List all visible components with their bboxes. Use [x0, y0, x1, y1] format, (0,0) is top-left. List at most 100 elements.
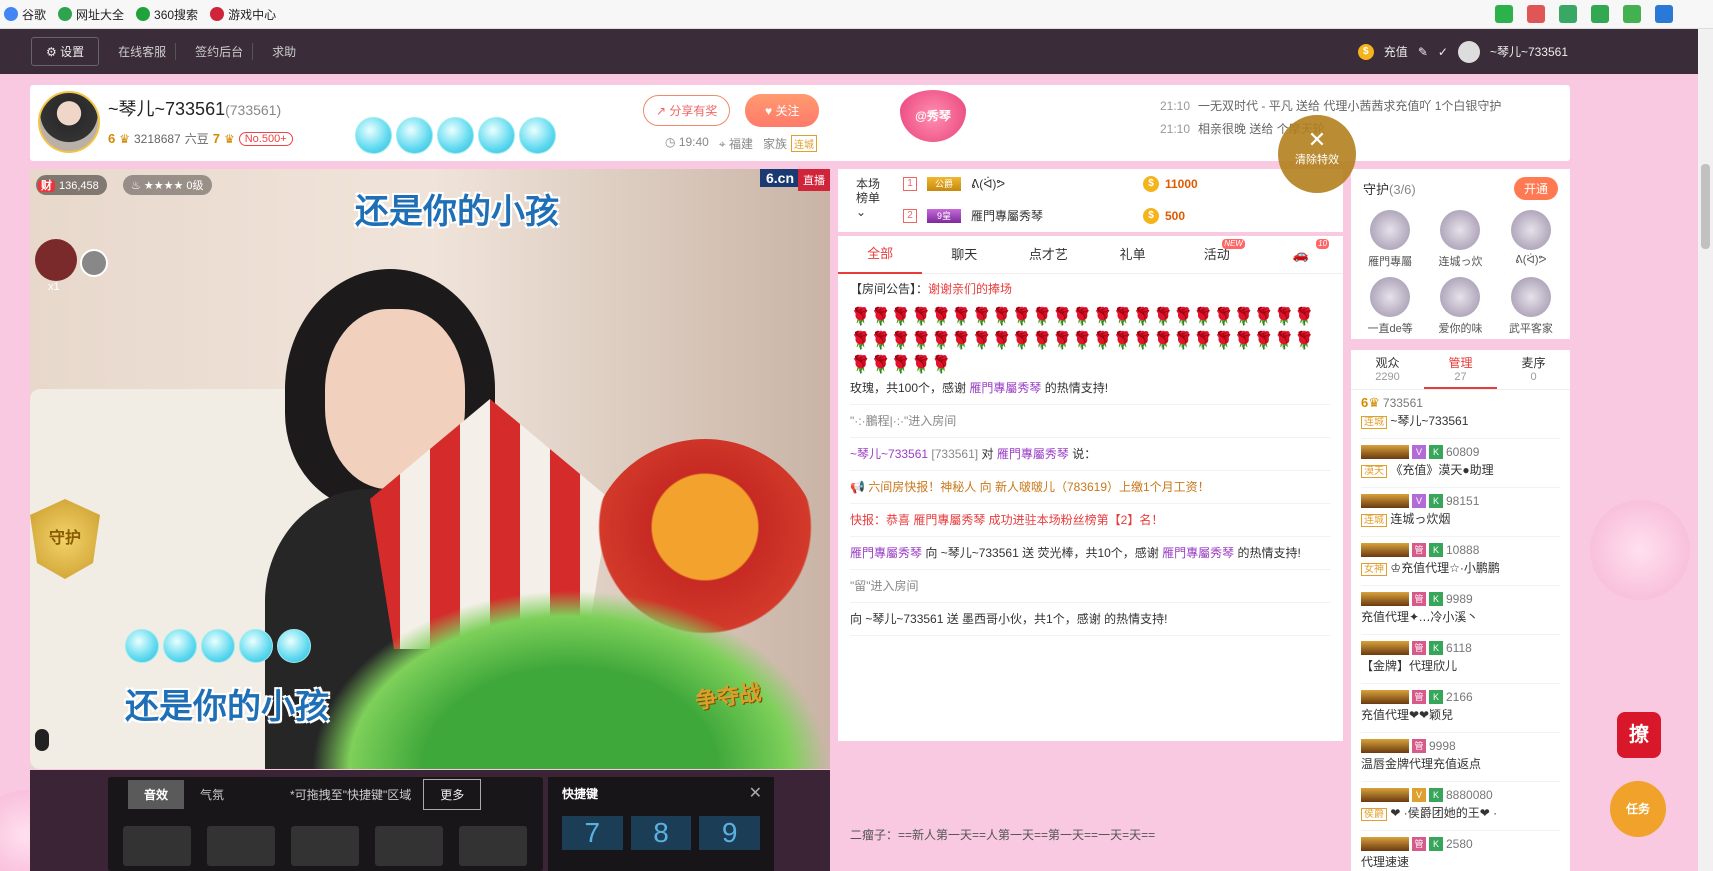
guard-member[interactable]: 爱你的味: [1425, 277, 1495, 336]
guard-member[interactable]: 雁門專屬: [1355, 210, 1425, 269]
nav-online-service[interactable]: 在线客服: [109, 43, 177, 60]
bookmark-bar: 谷歌 网址大全 360搜索 游戏中心: [0, 0, 1713, 29]
audience-row[interactable]: V K 98151 连城 连城っ炊烟: [1361, 488, 1560, 537]
tab-audience[interactable]: 观众 2290: [1351, 350, 1424, 389]
nav-sign-backend[interactable]: 签约后台: [186, 43, 254, 60]
avatar: [1510, 277, 1551, 317]
360-search-icon: [136, 7, 151, 21]
sound-slot[interactable]: [375, 826, 443, 866]
drag-hint: *可拖拽至"快捷键"区域: [290, 788, 412, 802]
audience-row[interactable]: 管 K 2166 充值代理❤❤颖兒: [1361, 684, 1560, 733]
sound-slot[interactable]: [291, 826, 359, 866]
bookmark-google[interactable]: 谷歌: [4, 6, 46, 23]
xiuqin-badge[interactable]: @秀琴: [900, 90, 966, 142]
shortcut-key[interactable]: 7: [562, 816, 623, 850]
chevron-down-icon: ⌄: [856, 205, 867, 219]
sound-slot[interactable]: [123, 826, 191, 866]
chat-panel: 全部 聊天 点才艺 礼单 活动 NEW 🚗 10 【房间公告】：谢谢亲们的捧场 🌹🌹…: [838, 236, 1343, 842]
anchor-rank[interactable]: No.500+: [238, 131, 293, 146]
wechat-icon[interactable]: [1495, 5, 1513, 23]
anchor-meta: 6 ♛ 3218687 六豆 7 ♛ No.500+: [108, 130, 293, 147]
add-icon[interactable]: [1559, 5, 1577, 23]
guard-title: 守护(3/6): [1363, 182, 1416, 197]
tab-request-talent[interactable]: 点才艺: [1006, 237, 1090, 273]
page-scrollbar[interactable]: [1698, 29, 1713, 871]
guard-member[interactable]: 连城っ炊: [1425, 210, 1495, 269]
guard-member[interactable]: 一直de等: [1355, 277, 1425, 336]
round-avatar[interactable]: [80, 249, 108, 277]
audience-row[interactable]: 管 K 9989 充值代理✦.‥冷小溪丶: [1361, 586, 1560, 635]
ticker-item: 21:10 相亲很晚 送给 个摩天轮: [1160, 122, 1325, 136]
guard-member[interactable]: 武平客家: [1496, 277, 1566, 336]
microphone-icon[interactable]: [35, 729, 49, 751]
audience-row[interactable]: 管 K 2580 代理速速: [1361, 831, 1560, 871]
scissors-icon[interactable]: [1527, 5, 1545, 23]
task-button[interactable]: 任务: [1610, 781, 1666, 837]
scrollbar-thumb[interactable]: [1701, 164, 1710, 249]
avatar: [1440, 210, 1481, 250]
bubble-icon: [396, 117, 433, 154]
tab-chat[interactable]: 聊天: [922, 237, 1006, 273]
crown-icon: ♛: [119, 131, 130, 146]
shortcut-key[interactable]: 9: [699, 816, 761, 850]
open-guard-button[interactable]: 开通: [1513, 177, 1558, 200]
chat-message: 雁門專屬秀琴 向 ~琴儿~733561 送 荧光棒，共10个，感谢 雁門專屬秀琴…: [850, 537, 1331, 570]
rank-row[interactable]: 2 9皇 雁門專屬秀琴 $500: [903, 207, 1323, 224]
bookmark-360-search[interactable]: 360搜索: [136, 6, 198, 23]
anchor-exp: 3218687: [134, 131, 181, 146]
tab-mic-queue[interactable]: 麦序 0: [1497, 350, 1570, 389]
tab-all[interactable]: 全部: [838, 236, 923, 274]
flirt-button[interactable]: 撩: [1617, 712, 1661, 758]
six-bean-label: 六豆: [184, 132, 209, 146]
chat-bottom-message: 二瘤子：==新人第一天==人第一天==第一天==一天=天==: [850, 828, 1156, 842]
tab-gift-list[interactable]: 礼单: [1091, 237, 1175, 273]
bubble-icon: [519, 117, 556, 154]
bookmark-site-directory[interactable]: 网址大全: [58, 6, 124, 23]
audience-row[interactable]: 管 K 10888 女神 ♔充值代理☆·小鹏鹏: [1361, 537, 1560, 586]
tab-atmosphere[interactable]: 气氛: [184, 780, 240, 809]
brand-logo: 6.cn: [759, 169, 800, 187]
audience-row[interactable]: 管 K 6118 【金牌】代理欣儿: [1361, 635, 1560, 684]
family-tag[interactable]: 连城: [790, 135, 817, 152]
tab-activity[interactable]: 活动 NEW: [1175, 237, 1259, 273]
settings-button[interactable]: ⚙ 设置: [31, 37, 100, 66]
edit-icon[interactable]: ✎: [1418, 45, 1428, 59]
audience-row[interactable]: V K 60809 漠天 《充值》漠天●助理: [1361, 439, 1560, 488]
sound-slot[interactable]: [207, 826, 275, 866]
clear-effects-button[interactable]: ✕ 清除特效: [1278, 115, 1356, 193]
audience-row[interactable]: 管 9998 温唇金牌代理充值返点: [1361, 733, 1560, 782]
shield-icon[interactable]: [1591, 5, 1609, 23]
combo-avatar[interactable]: [35, 239, 77, 281]
car-icon: 🚗: [1292, 246, 1310, 262]
tab-admin[interactable]: 管理 27: [1424, 350, 1497, 389]
follow-button[interactable]: ♥ 关注: [745, 94, 820, 127]
rank-row[interactable]: 1 公爵 ᕕ(ᐛ)ᕗ $11000: [903, 176, 1323, 192]
heart-decoration: [1590, 500, 1690, 600]
car-tab[interactable]: 🚗 10: [1259, 237, 1343, 273]
rank-board-label[interactable]: 本场榜单 ⌄: [856, 177, 882, 219]
close-icon[interactable]: ✕: [749, 783, 762, 803]
audience-row[interactable]: 6♛ 733561 连城 ~琴儿~733561: [1361, 390, 1560, 439]
more-button[interactable]: 更多: [423, 779, 482, 810]
video-player[interactable]: 还是你的小孩 还是你的小孩 6.cn 直播 财 136,458 ♨ ★★★★ 0级…: [30, 169, 830, 769]
gamepad-icon[interactable]: [1623, 5, 1641, 23]
avatar: [1370, 210, 1411, 250]
nav-username[interactable]: ~琴儿~733561: [1490, 43, 1568, 60]
shortcut-key[interactable]: 8: [630, 816, 692, 850]
recharge-link[interactable]: 充值: [1384, 43, 1408, 60]
tab-sound-effects[interactable]: 音效: [128, 780, 185, 809]
bubble-icon: [437, 117, 474, 154]
share-button[interactable]: ↗ 分享有奖: [643, 95, 731, 126]
anchor-name: ~琴儿~733561(733561): [108, 99, 282, 119]
bookmark-game-center[interactable]: 游戏中心: [210, 6, 276, 23]
user-avatar[interactable]: [1457, 40, 1480, 63]
check-icon[interactable]: ✓: [1438, 45, 1448, 59]
anchor-avatar[interactable]: [38, 91, 100, 153]
shortcut-panel: 快捷键 ✕ 7 8 9: [548, 777, 774, 871]
audience-row[interactable]: V K 8880080 侯爵 ❤ ·侯爵团她的王❤ ·: [1361, 782, 1560, 831]
search-icon[interactable]: [1655, 5, 1673, 23]
nav-help[interactable]: 求助: [263, 43, 305, 60]
sound-slot[interactable]: [459, 826, 527, 866]
ticker-item: 21:10 一无双时代 - 平凡 送给 代理小茜茜求充值吖 1个白银守护: [1160, 99, 1502, 113]
guard-member[interactable]: ᕕ(ᐛ)ᕗ: [1496, 210, 1566, 269]
